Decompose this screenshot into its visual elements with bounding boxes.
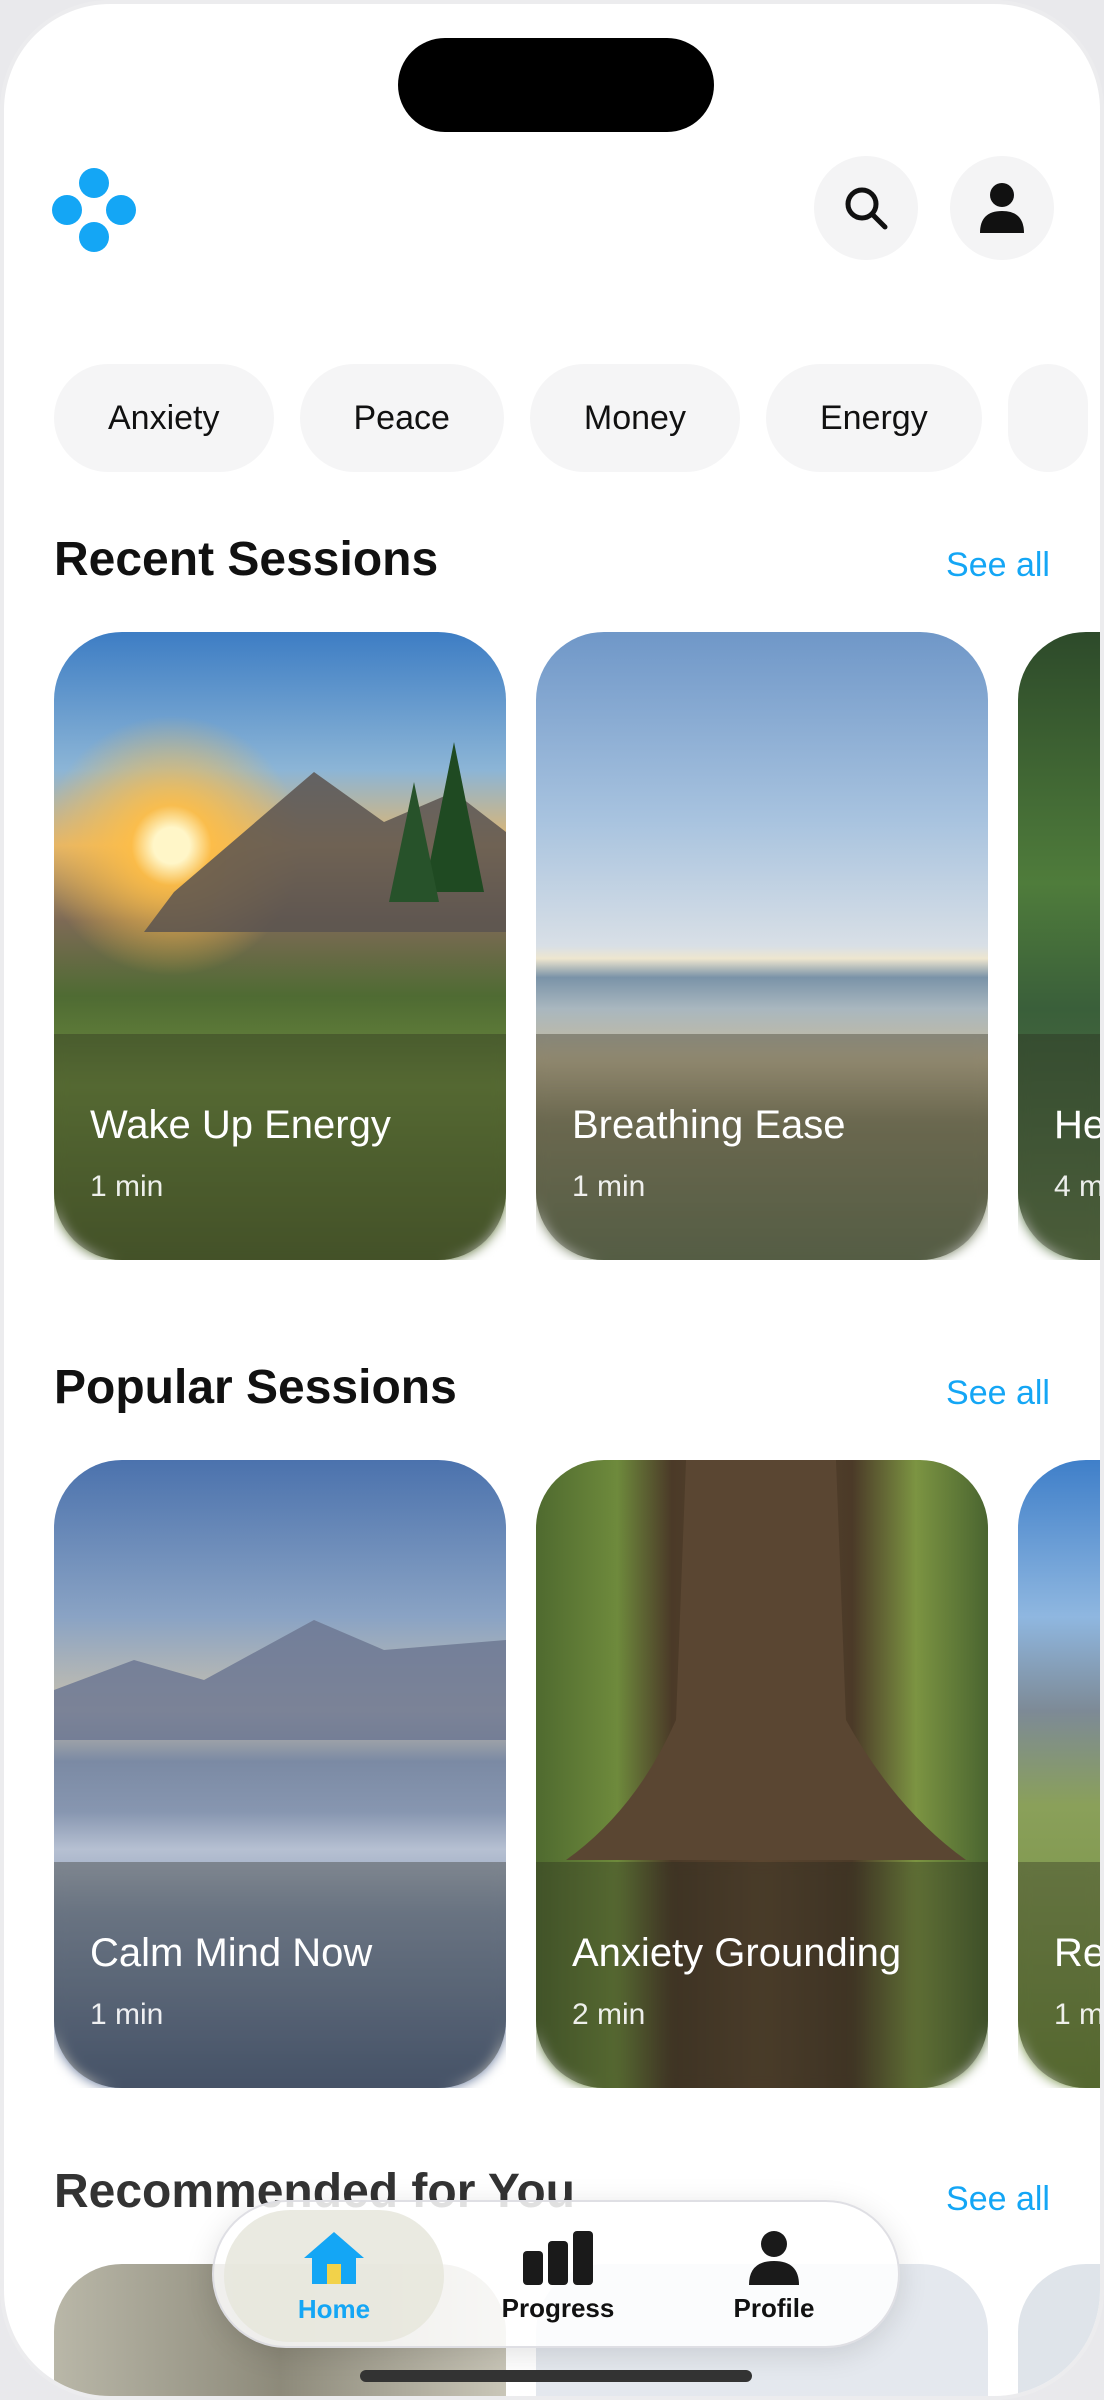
session-card[interactable]: He 4 m [1018,632,1104,1260]
chip-anxiety[interactable]: Anxiety [54,364,274,472]
person-icon [749,2230,799,2285]
home-indicator [360,2370,752,2382]
card-title: He [1054,1103,1104,1147]
card-title: Re [1054,1931,1104,1975]
tab-progress[interactable]: Progress [448,2210,668,2342]
card-duration: 1 min [90,1998,164,2031]
recent-sessions-title: Recent Sessions [54,533,439,586]
tab-home-label: Home [297,2293,371,2324]
search-button[interactable] [814,156,918,260]
session-card[interactable]: Breathing Ease 1 min [536,632,988,1260]
tree-trunk-shape [566,1460,966,1860]
chip-money[interactable]: Money [529,364,740,472]
card-title: Breathing Ease [572,1103,846,1147]
mountain-shape [54,1620,506,1740]
card-title: Wake Up Energy [90,1103,391,1147]
person-icon [980,183,1024,233]
profile-button[interactable] [950,156,1054,260]
popular-see-all-link[interactable]: See all [946,1374,1050,1413]
card-duration: 1 min [90,1170,164,1203]
tab-bar: Home Progress Profile [212,2200,900,2348]
recent-sessions-row: Wake Up Energy 1 min Breathing Ease 1 mi… [54,632,1104,1260]
session-card[interactable]: Wake Up Energy 1 min [54,632,506,1260]
chip-peace[interactable]: Peace [299,364,504,472]
session-card[interactable]: Re 1 m [1018,1460,1104,2088]
card-duration: 1 min [572,1170,646,1203]
session-card[interactable]: Calm Mind Now 1 min [54,1460,506,2088]
card-title: Calm Mind Now [90,1931,373,1975]
mountain-shape [144,742,506,932]
tab-profile-label: Profile [733,2292,815,2323]
recommended-card[interactable] [1018,2264,1100,2396]
tab-home[interactable]: Home [224,2210,444,2342]
tab-progress-label: Progress [501,2292,615,2323]
bar-chart-icon [523,2230,593,2285]
card-title: Anxiety Grounding [572,1931,902,1975]
card-duration: 2 min [572,1998,646,2031]
chip-more[interactable] [1007,364,1088,472]
recommended-see-all-link[interactable]: See all [946,2180,1050,2219]
popular-sessions-row: Calm Mind Now 1 min Anxiety Grounding 2 … [54,1460,1104,2088]
phone-screen: Anxiety Peace Money Energy Recent Sessio… [0,0,1104,2400]
card-duration: 1 m [1054,1998,1104,2031]
popular-sessions-title: Popular Sessions [54,1361,457,1414]
category-chips: Anxiety Peace Money Energy [54,364,1088,472]
chip-energy[interactable]: Energy [765,364,982,472]
search-icon [845,187,888,230]
app-logo [52,168,136,252]
home-icon [304,2231,364,2284]
recent-see-all-link[interactable]: See all [946,546,1050,585]
tab-profile[interactable]: Profile [664,2210,884,2342]
dynamic-island [398,38,714,132]
card-duration: 4 m [1054,1170,1104,1203]
session-card[interactable]: Anxiety Grounding 2 min [536,1460,988,2088]
